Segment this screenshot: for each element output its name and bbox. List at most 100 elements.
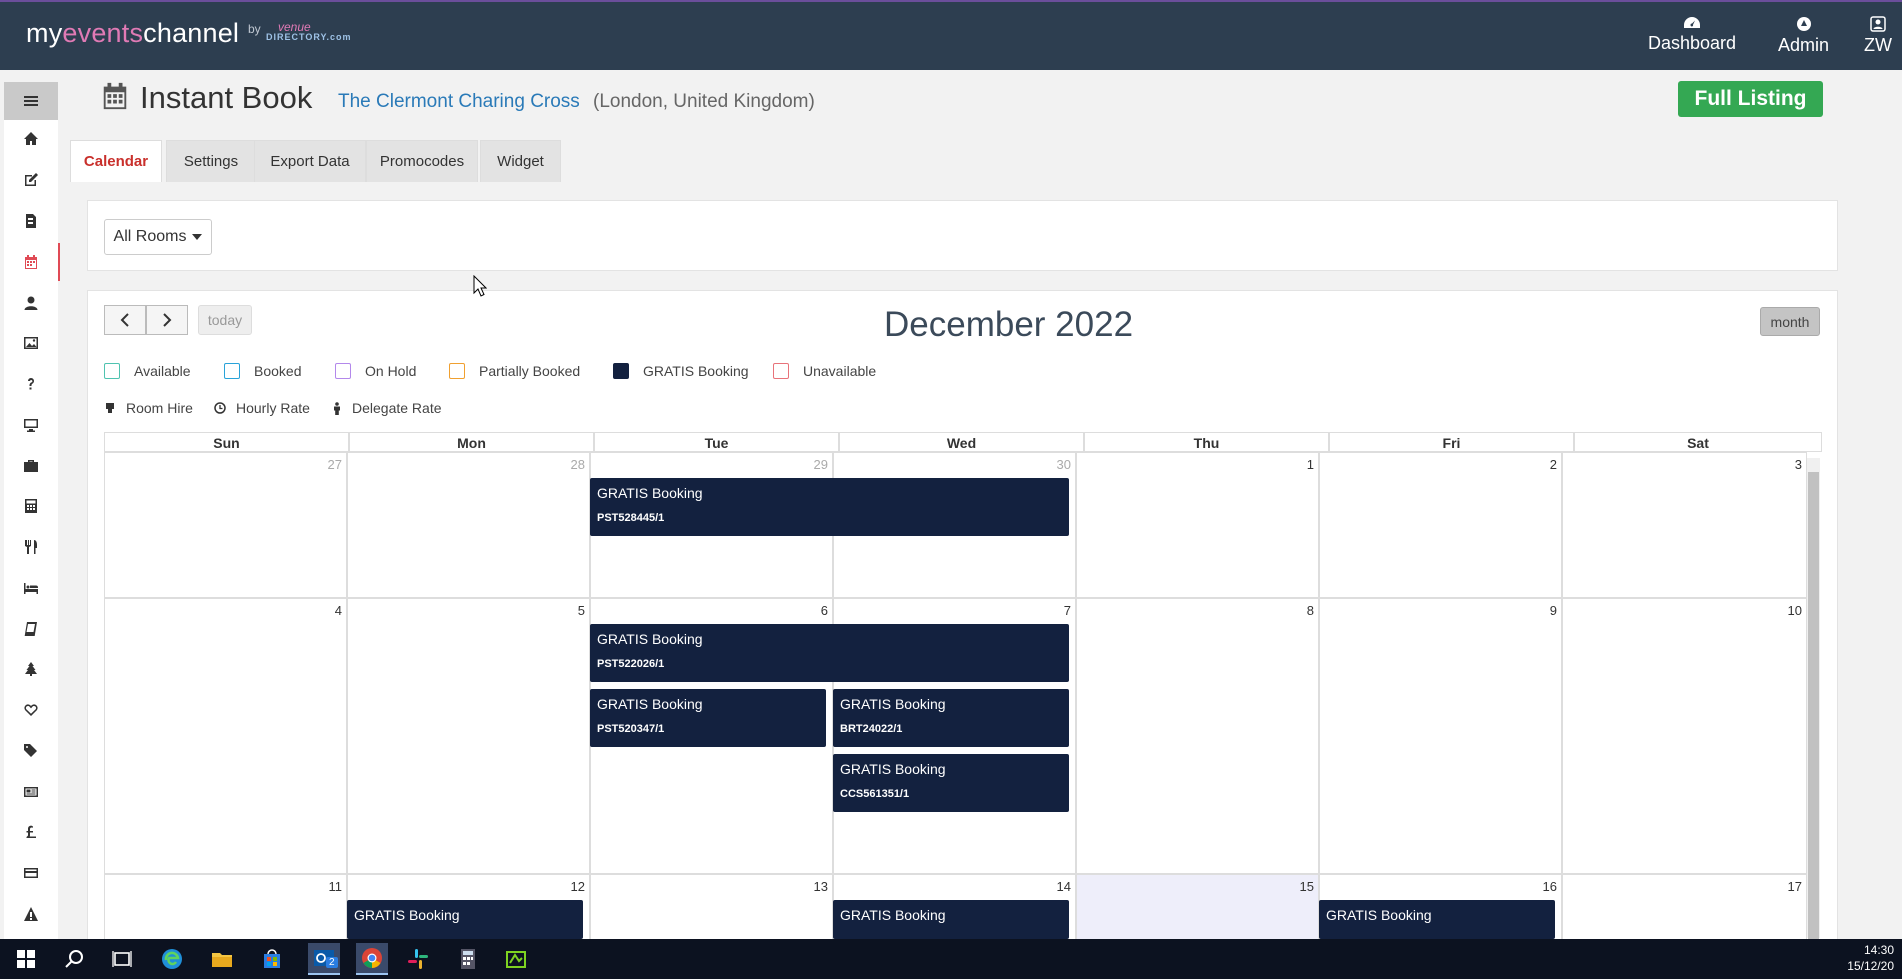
next-month-button[interactable] xyxy=(146,305,188,335)
sidebar-item-business[interactable] xyxy=(4,447,58,485)
day-cell[interactable]: 3 xyxy=(1562,452,1807,598)
nav-user[interactable]: ZW xyxy=(1864,16,1892,56)
sidebar-item-offers[interactable] xyxy=(4,732,58,770)
chevron-left-icon xyxy=(120,313,129,327)
sidebar-item-dining[interactable] xyxy=(4,528,58,566)
day-cell[interactable]: 10 xyxy=(1562,598,1807,874)
day-number: 11 xyxy=(328,879,343,894)
logo-by-text: by xyxy=(248,22,261,36)
edge-browser-icon[interactable] xyxy=(160,947,184,971)
nav-dashboard[interactable]: Dashboard xyxy=(1648,16,1736,54)
day-cell[interactable]: 5 xyxy=(347,598,590,874)
full-listing-button[interactable]: Full Listing xyxy=(1678,81,1823,117)
user-icon xyxy=(24,296,38,310)
day-cell[interactable]: 1 xyxy=(1076,452,1319,598)
legend-label: On Hold xyxy=(365,363,417,379)
booking-event[interactable]: GRATIS Booking PST528445/1 xyxy=(590,478,1069,536)
tab-promocodes[interactable]: Promocodes xyxy=(366,140,478,182)
event-ref: BRT24022/1 xyxy=(840,723,903,735)
store-icon[interactable] xyxy=(260,947,284,971)
taskbar-app-active[interactable]: 2 xyxy=(308,943,340,975)
sidebar-item-users[interactable] xyxy=(4,284,58,322)
task-view-icon[interactable] xyxy=(110,947,134,971)
sidebar xyxy=(4,82,60,940)
booking-event[interactable]: GRATIS Booking xyxy=(833,900,1069,939)
document-icon xyxy=(26,214,36,228)
sidebar-item-calculator[interactable] xyxy=(4,487,58,525)
tab-widget[interactable]: Widget xyxy=(480,140,561,182)
app-logo[interactable]: myeventschannel xyxy=(26,18,239,49)
snipping-tool-icon[interactable] xyxy=(504,947,528,971)
day-number: 15 xyxy=(1299,879,1314,894)
venue-location: (London, United Kingdom) xyxy=(593,91,815,112)
search-icon[interactable] xyxy=(62,947,86,971)
sidebar-item-seasonal[interactable] xyxy=(4,650,58,688)
nav-admin[interactable]: Admin xyxy=(1778,16,1829,56)
booking-event[interactable]: GRATIS Booking xyxy=(347,900,583,939)
day-cell[interactable]: 28 xyxy=(347,452,590,598)
event-ref: PST528445/1 xyxy=(597,512,665,524)
event-title: GRATIS Booking xyxy=(354,907,460,923)
logo-text-my: my xyxy=(26,18,63,48)
calendar-scrollbar[interactable] xyxy=(1807,458,1820,942)
slack-icon[interactable] xyxy=(406,947,430,971)
day-cell[interactable]: 2 xyxy=(1319,452,1562,598)
legend-on-hold: On Hold xyxy=(335,361,416,381)
booking-event[interactable]: GRATIS Booking BRT24022/1 xyxy=(833,689,1069,747)
tab-calendar[interactable]: Calendar xyxy=(70,140,162,182)
top-navbar: myeventschannel by venue DIRECTORY.com D… xyxy=(0,0,1902,70)
sidebar-item-accommodation[interactable] xyxy=(4,569,58,607)
sidebar-item-news[interactable] xyxy=(4,773,58,811)
clock-date: 15/12/20 xyxy=(1847,959,1894,973)
booking-event[interactable]: GRATIS Booking CCS561351/1 xyxy=(833,754,1069,812)
sidebar-item-images[interactable] xyxy=(4,324,58,362)
credit-card-icon xyxy=(24,868,38,878)
month-view-button[interactable]: month xyxy=(1760,307,1820,336)
booking-event[interactable]: GRATIS Booking xyxy=(1319,900,1555,939)
calculator-app-icon[interactable] xyxy=(456,947,480,971)
rate-label: Delegate Rate xyxy=(352,400,442,416)
tab-settings[interactable]: Settings xyxy=(166,140,256,182)
monitor-icon xyxy=(24,419,38,432)
sidebar-item-edit[interactable] xyxy=(4,161,58,199)
event-ref: PST520347/1 xyxy=(597,723,665,735)
today-button[interactable]: today xyxy=(198,305,252,335)
windows-start-icon[interactable] xyxy=(14,947,38,971)
caret-down-icon xyxy=(192,234,203,240)
system-clock[interactable]: 14:30 15/12/20 xyxy=(1847,942,1894,974)
logo-text-events: events xyxy=(62,18,144,48)
sidebar-item-brochure[interactable] xyxy=(4,610,58,648)
mouse-cursor-icon xyxy=(473,275,487,297)
venue-name-link[interactable]: The Clermont Charing Cross xyxy=(338,91,580,113)
file-explorer-icon[interactable] xyxy=(210,947,234,971)
sidebar-item-display[interactable] xyxy=(4,406,58,444)
menu-icon xyxy=(24,96,38,106)
rooms-dropdown[interactable]: All Rooms xyxy=(104,219,212,255)
tab-export-data[interactable]: Export Data xyxy=(254,140,366,182)
tags-icon xyxy=(24,744,37,757)
booking-event[interactable]: GRATIS Booking PST520347/1 xyxy=(590,689,826,747)
event-title: GRATIS Booking xyxy=(1326,907,1432,923)
sidebar-item-favourites[interactable] xyxy=(4,691,58,729)
sidebar-item-payments[interactable] xyxy=(4,854,58,892)
prev-month-button[interactable] xyxy=(104,305,146,335)
sidebar-item-alerts[interactable] xyxy=(4,895,58,933)
sidebar-item-document[interactable] xyxy=(4,202,58,240)
sidebar-item-pricing[interactable] xyxy=(4,813,58,851)
day-cell[interactable]: 9 xyxy=(1319,598,1562,874)
scrollbar-thumb[interactable] xyxy=(1808,472,1819,942)
sidebar-item-help[interactable] xyxy=(4,365,58,403)
event-title: GRATIS Booking xyxy=(597,631,703,647)
day-header: Mon xyxy=(349,432,594,452)
logo-byline: by venue DIRECTORY.com xyxy=(248,20,351,42)
taskbar-app-chrome[interactable] xyxy=(356,943,388,975)
sidebar-item-home[interactable] xyxy=(4,120,58,158)
day-cell[interactable]: 4 xyxy=(104,598,347,874)
day-cell[interactable]: 27 xyxy=(104,452,347,598)
day-cell[interactable]: 8 xyxy=(1076,598,1319,874)
sidebar-menu-toggle[interactable] xyxy=(4,82,58,120)
sidebar-item-calendar[interactable] xyxy=(4,243,60,281)
booking-event[interactable]: GRATIS Booking PST522026/1 xyxy=(590,624,1069,682)
rate-label: Room Hire xyxy=(126,400,193,416)
legend-unavailable: Unavailable xyxy=(773,361,876,381)
